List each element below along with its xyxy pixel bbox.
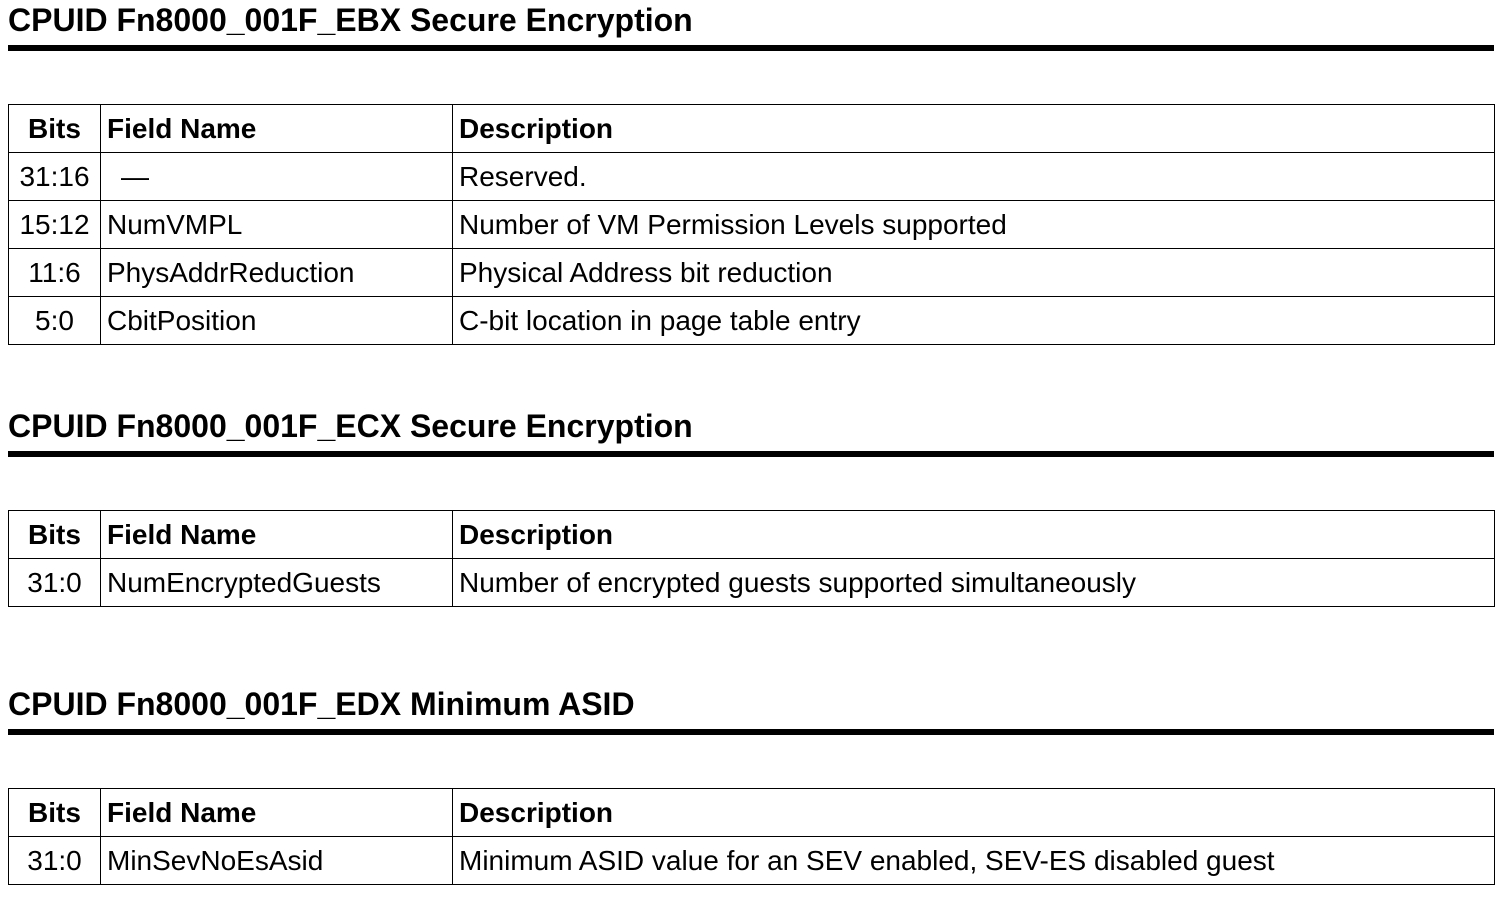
bits-cell: 11:6 — [8, 248, 101, 297]
description-cell: Number of VM Permission Levels supported — [452, 200, 1495, 249]
field-name-cell: — — [100, 152, 453, 201]
section-title-ebx: CPUID Fn8000_001F_EBX Secure Encryption — [8, 2, 693, 38]
table-row: 5:0 CbitPosition C-bit location in page … — [8, 296, 1495, 345]
table-row: 31:0 MinSevNoEsAsid Minimum ASID value f… — [8, 836, 1495, 885]
table-row: 15:12 NumVMPL Number of VM Permission Le… — [8, 200, 1495, 249]
description-cell: Number of encrypted guests supported sim… — [452, 558, 1495, 607]
bits-cell: 31:0 — [8, 836, 101, 885]
column-header-description: Description — [452, 788, 1495, 837]
field-name-text: — — [121, 161, 149, 192]
column-header-bits: Bits — [8, 788, 101, 837]
register-table-ebx: Bits Field Name Description 31:16 — Rese… — [8, 104, 1495, 345]
column-header-bits: Bits — [8, 104, 101, 153]
table-header-row: Bits Field Name Description — [8, 510, 1495, 559]
bits-cell: 15:12 — [8, 200, 101, 249]
section-rule-ebx — [8, 45, 1494, 51]
table-row: 31:0 NumEncryptedGuests Number of encryp… — [8, 558, 1495, 607]
table-row: 31:16 — Reserved. — [8, 152, 1495, 201]
bits-cell: 31:0 — [8, 558, 101, 607]
description-cell: C-bit location in page table entry — [452, 296, 1495, 345]
section-rule-ecx — [8, 451, 1494, 457]
field-name-cell: CbitPosition — [100, 296, 453, 345]
column-header-description: Description — [452, 510, 1495, 559]
field-name-cell: PhysAddrReduction — [100, 248, 453, 297]
column-header-field-name: Field Name — [100, 788, 453, 837]
column-header-field-name: Field Name — [100, 104, 453, 153]
column-header-field-name: Field Name — [100, 510, 453, 559]
section-rule-edx — [8, 729, 1494, 735]
field-name-cell: MinSevNoEsAsid — [100, 836, 453, 885]
field-name-cell: NumVMPL — [100, 200, 453, 249]
section-title-edx: CPUID Fn8000_001F_EDX Minimum ASID — [8, 686, 635, 722]
column-header-description: Description — [452, 104, 1495, 153]
field-name-cell: NumEncryptedGuests — [100, 558, 453, 607]
description-cell: Physical Address bit reduction — [452, 248, 1495, 297]
table-header-row: Bits Field Name Description — [8, 788, 1495, 837]
section-title-ecx: CPUID Fn8000_001F_ECX Secure Encryption — [8, 408, 693, 444]
bits-cell: 5:0 — [8, 296, 101, 345]
description-cell: Minimum ASID value for an SEV enabled, S… — [452, 836, 1495, 885]
description-cell: Reserved. — [452, 152, 1495, 201]
table-row: 11:6 PhysAddrReduction Physical Address … — [8, 248, 1495, 297]
column-header-bits: Bits — [8, 510, 101, 559]
bits-cell: 31:16 — [8, 152, 101, 201]
table-header-row: Bits Field Name Description — [8, 104, 1495, 153]
register-table-edx: Bits Field Name Description 31:0 MinSevN… — [8, 788, 1495, 885]
register-table-ecx: Bits Field Name Description 31:0 NumEncr… — [8, 510, 1495, 607]
